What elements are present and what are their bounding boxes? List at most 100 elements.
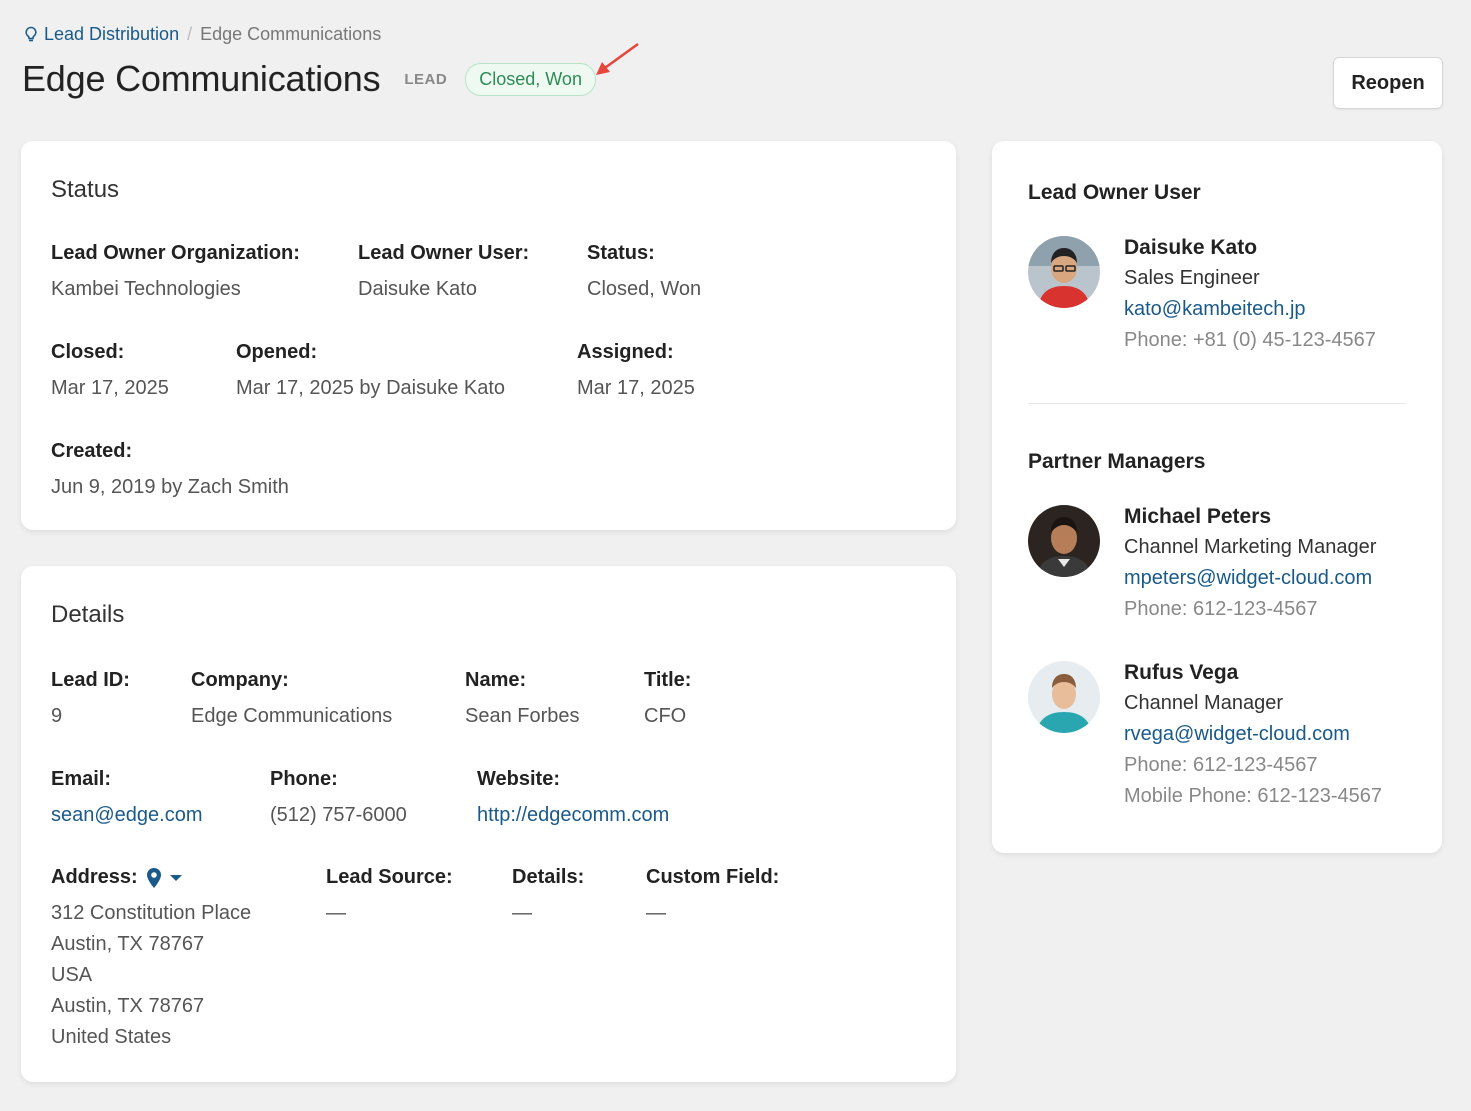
partner-manager-contact: Rufus Vega Channel Manager rvega@widget-… [1028, 657, 1382, 812]
section-divider [1028, 403, 1406, 404]
address-line: Austin, TX 78767 [51, 933, 205, 955]
field-value: Jun 9, 2019 by Zach Smith [51, 476, 289, 498]
field-label: Title: [644, 669, 692, 691]
field-lead-owner-user: Lead Owner User: Daisuke Kato [358, 242, 529, 305]
lead-owner-contact: Daisuke Kato Sales Engineer kato@kambeit… [1028, 232, 1376, 356]
field-label: Status: [587, 242, 655, 264]
address-line: 312 Constitution Place [51, 902, 252, 924]
person-name: Daisuke Kato [1124, 236, 1258, 259]
field-value: Mar 17, 2025 by Daisuke Kato [236, 377, 506, 399]
reopen-button[interactable]: Reopen [1333, 57, 1443, 109]
field-custom-field: Custom Field: — [646, 866, 779, 929]
field-status: Status: Closed, Won [587, 242, 701, 305]
map-pin-icon[interactable] [146, 867, 162, 889]
field-value: 9 [51, 705, 63, 727]
breadcrumb-current: Edge Communications [200, 24, 382, 44]
field-label: Details: [512, 866, 585, 888]
avatar [1028, 236, 1100, 308]
field-title: Title: CFO [644, 669, 691, 732]
website-link[interactable]: http://edgecomm.com [477, 800, 669, 831]
field-lead-source: Lead Source: — [326, 866, 453, 929]
field-value: (512) 757-6000 [270, 804, 407, 826]
field-value: Daisuke Kato [358, 278, 477, 300]
record-type-tag: LEAD [404, 70, 448, 88]
person-email-link[interactable]: rvega@widget-cloud.com [1124, 719, 1382, 750]
field-label: Company: [191, 669, 289, 691]
field-label: Opened: [236, 341, 318, 363]
field-company: Company: Edge Communications [191, 669, 392, 732]
field-value: Sean Forbes [465, 705, 580, 727]
lead-detail-page: Lead Distribution / Edge Communications … [0, 0, 1471, 1111]
breadcrumb-separator: / [187, 24, 193, 44]
address-line: USA [51, 964, 93, 986]
annotation-arrow-icon [596, 42, 639, 75]
lightbulb-icon [24, 26, 38, 44]
field-website: Website: http://edgecomm.com [477, 768, 669, 831]
field-value: Mar 17, 2025 [577, 377, 695, 399]
field-label: Name: [465, 669, 527, 691]
field-created: Created: Jun 9, 2019 by Zach Smith [51, 440, 289, 503]
breadcrumb: Lead Distribution / Edge Communications [24, 24, 381, 45]
person-email-link[interactable]: mpeters@widget-cloud.com [1124, 563, 1376, 594]
lead-owner-user-title: Lead Owner User [1028, 181, 1201, 204]
caret-down-icon[interactable] [169, 874, 182, 882]
field-value: Closed, Won [587, 278, 702, 300]
field-value: — [326, 902, 346, 924]
page-title: Edge Communications [22, 58, 381, 99]
person-name: Rufus Vega [1124, 661, 1239, 684]
field-address: Address: 312 Constitution Place Austin, … [51, 866, 251, 1053]
field-label: Email: [51, 768, 112, 790]
person-name: Michael Peters [1124, 505, 1272, 528]
details-card-title: Details [51, 601, 125, 628]
person-phone: Phone: 612-123-4567 [1124, 754, 1318, 776]
contacts-card: Lead Owner User Daisuke Kato Sales Engin… [992, 141, 1442, 853]
person-phone: Phone: 612-123-4567 [1124, 598, 1318, 620]
person-email-link[interactable]: kato@kambeitech.jp [1124, 294, 1376, 325]
person-mobile-phone: Mobile Phone: 612-123-4567 [1124, 785, 1382, 807]
field-closed: Closed: Mar 17, 2025 [51, 341, 169, 404]
field-name: Name: Sean Forbes [465, 669, 580, 732]
field-label: Closed: [51, 341, 125, 363]
status-card-title: Status [51, 176, 120, 203]
partner-managers-title: Partner Managers [1028, 450, 1206, 473]
avatar [1028, 505, 1100, 577]
field-assigned: Assigned: Mar 17, 2025 [577, 341, 695, 404]
status-card: Status Lead Owner Organization: Kambei T… [21, 141, 956, 530]
person-role: Channel Manager [1124, 692, 1283, 714]
person-phone: Phone: +81 (0) 45-123-4567 [1124, 329, 1376, 351]
field-label: Lead Source: [326, 866, 453, 888]
details-card: Details Lead ID: 9 Company: Edge Communi… [21, 566, 956, 1082]
field-label: Website: [477, 768, 560, 790]
status-badge: Closed, Won [465, 62, 596, 96]
person-info: Michael Peters Channel Marketing Manager… [1124, 501, 1376, 625]
field-opened: Opened: Mar 17, 2025 by Daisuke Kato [236, 341, 505, 404]
person-role: Channel Marketing Manager [1124, 536, 1377, 558]
field-email: Email: sean@edge.com [51, 768, 203, 831]
email-link[interactable]: sean@edge.com [51, 800, 203, 831]
person-role: Sales Engineer [1124, 267, 1260, 289]
partner-manager-contact: Michael Peters Channel Marketing Manager… [1028, 501, 1376, 625]
field-lead-id: Lead ID: 9 [51, 669, 130, 732]
person-info: Daisuke Kato Sales Engineer kato@kambeit… [1124, 232, 1376, 356]
field-label: Created: [51, 440, 133, 462]
field-label: Address: [51, 866, 138, 888]
field-label: Lead ID: [51, 669, 130, 691]
field-phone: Phone: (512) 757-6000 [270, 768, 407, 831]
person-info: Rufus Vega Channel Manager rvega@widget-… [1124, 657, 1382, 812]
field-value: Edge Communications [191, 705, 393, 727]
address-line: United States [51, 1026, 172, 1048]
field-label: Phone: [270, 768, 338, 790]
avatar [1028, 661, 1100, 733]
field-lead-owner-organization: Lead Owner Organization: Kambei Technolo… [51, 242, 300, 305]
field-label: Lead Owner User: [358, 242, 530, 264]
page-header: Edge Communications LEAD Closed, Won [22, 58, 596, 100]
field-label: Lead Owner Organization: [51, 242, 300, 264]
field-value: CFO [644, 705, 687, 727]
breadcrumb-link-lead-distribution[interactable]: Lead Distribution [44, 24, 179, 45]
field-details: Details: — [512, 866, 584, 929]
address-label-row: Address: [51, 866, 251, 889]
field-label: Assigned: [577, 341, 674, 363]
field-value: Mar 17, 2025 [51, 377, 169, 399]
field-label: Custom Field: [646, 866, 780, 888]
field-value: Kambei Technologies [51, 278, 241, 300]
